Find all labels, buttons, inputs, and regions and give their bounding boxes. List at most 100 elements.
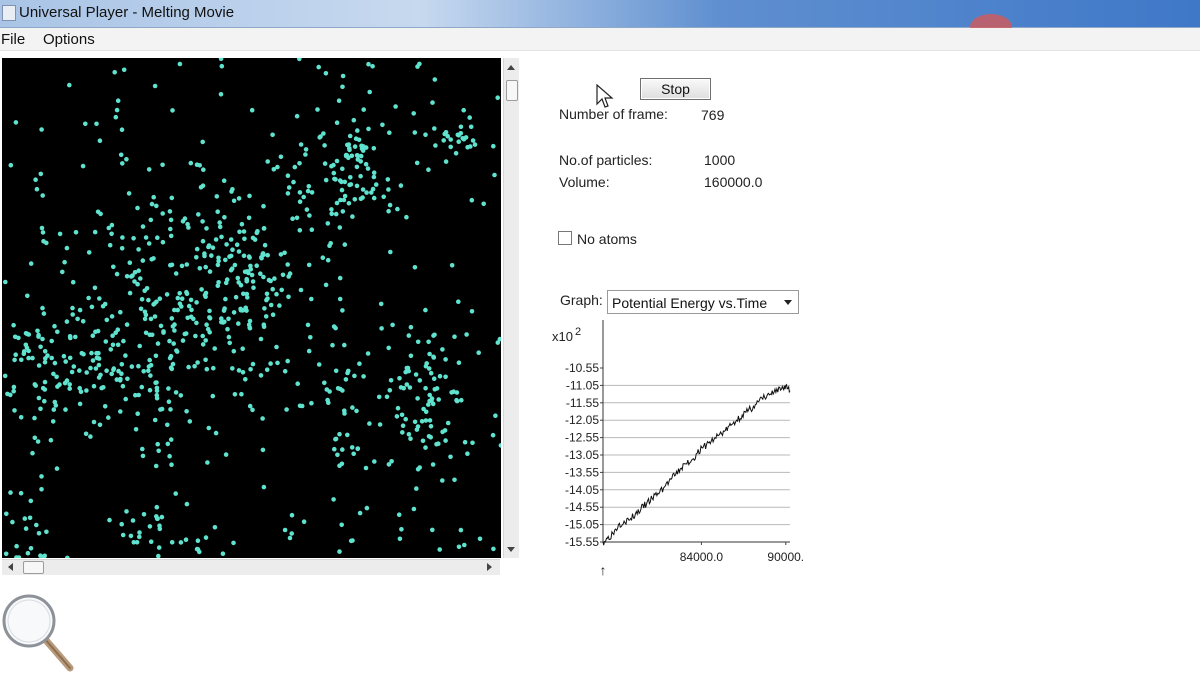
particle [57, 231, 63, 237]
particle [423, 132, 428, 137]
particle [233, 294, 239, 300]
app-icon[interactable] [2, 5, 16, 21]
particle [437, 547, 443, 552]
vertical-scrollbar[interactable] [503, 58, 519, 558]
particle [196, 212, 201, 217]
particle [202, 292, 208, 298]
particle [235, 275, 241, 281]
particle [406, 333, 412, 338]
horizontal-scroll-thumb[interactable] [23, 561, 44, 574]
particle [230, 366, 235, 371]
particle [331, 170, 337, 176]
particle [329, 207, 334, 212]
particle [428, 370, 434, 376]
particle [404, 214, 409, 220]
particle [130, 518, 136, 523]
particle [106, 415, 111, 420]
particle [119, 127, 125, 132]
particle [205, 460, 210, 465]
particle [110, 333, 115, 339]
particle [454, 397, 459, 403]
particle [27, 515, 33, 521]
particle [146, 364, 152, 369]
particle [227, 340, 232, 346]
particle [52, 360, 58, 366]
particle [386, 187, 391, 192]
simulation-canvas[interactable] [2, 58, 501, 558]
magnifier-icon[interactable] [0, 588, 80, 675]
no-atoms-checkbox[interactable] [558, 231, 572, 245]
scroll-up-icon[interactable] [507, 65, 515, 70]
particle [36, 363, 42, 368]
scroll-down-icon[interactable] [507, 547, 515, 552]
particle [335, 452, 340, 458]
particle [339, 187, 345, 193]
particle [231, 198, 237, 204]
particle [358, 153, 364, 159]
menu-options[interactable]: Options [43, 31, 95, 48]
particle [289, 512, 295, 518]
particle [452, 334, 457, 340]
particle [337, 178, 343, 183]
particle [363, 161, 369, 167]
particle [452, 477, 457, 483]
particle [261, 203, 266, 209]
particle [25, 550, 31, 556]
particle [77, 307, 83, 313]
particle [297, 190, 303, 195]
scroll-right-icon[interactable] [487, 563, 492, 571]
particle [91, 383, 97, 389]
menu-file[interactable]: File [1, 31, 25, 48]
particle [376, 394, 382, 400]
particle [154, 299, 159, 305]
stop-button[interactable]: Stop [640, 78, 711, 100]
particle [309, 296, 314, 302]
particle [224, 242, 229, 247]
particle [63, 359, 68, 364]
y-multiplier-exponent: 2 [575, 326, 581, 338]
particle [491, 143, 496, 149]
particle [109, 314, 115, 319]
particle [443, 438, 448, 443]
particle [94, 121, 99, 127]
particle [443, 357, 448, 362]
particle [250, 361, 256, 367]
particle [415, 64, 420, 69]
particle [236, 368, 242, 373]
particle [380, 122, 385, 128]
particle [428, 435, 434, 440]
particle [342, 193, 348, 199]
particle [285, 191, 291, 196]
particle [167, 338, 172, 344]
particle [156, 448, 161, 454]
particle [203, 338, 208, 343]
particle [64, 245, 70, 251]
particle [226, 316, 231, 322]
particle [147, 332, 153, 338]
particle [298, 287, 304, 293]
particle [120, 383, 126, 389]
particle [57, 382, 62, 387]
graph-select[interactable]: Potential Energy vs.Time [607, 290, 799, 314]
particle [203, 535, 209, 540]
particle [371, 195, 377, 201]
particle [408, 436, 413, 442]
particle [306, 262, 312, 268]
particle [436, 397, 442, 402]
vertical-scroll-thumb[interactable] [506, 80, 518, 101]
particle [154, 385, 160, 391]
particle [415, 396, 420, 401]
particle [493, 413, 498, 419]
particle [103, 339, 109, 344]
particle [40, 193, 45, 198]
particle [218, 92, 224, 97]
particle [128, 533, 134, 539]
horizontal-scrollbar[interactable] [2, 559, 500, 575]
particle [286, 294, 291, 300]
scroll-left-icon[interactable] [8, 563, 13, 571]
particle [198, 185, 204, 190]
particle [55, 329, 60, 335]
graph-select-value: Potential Energy vs.Time [612, 295, 768, 311]
particle [75, 316, 80, 322]
particle [107, 242, 113, 248]
